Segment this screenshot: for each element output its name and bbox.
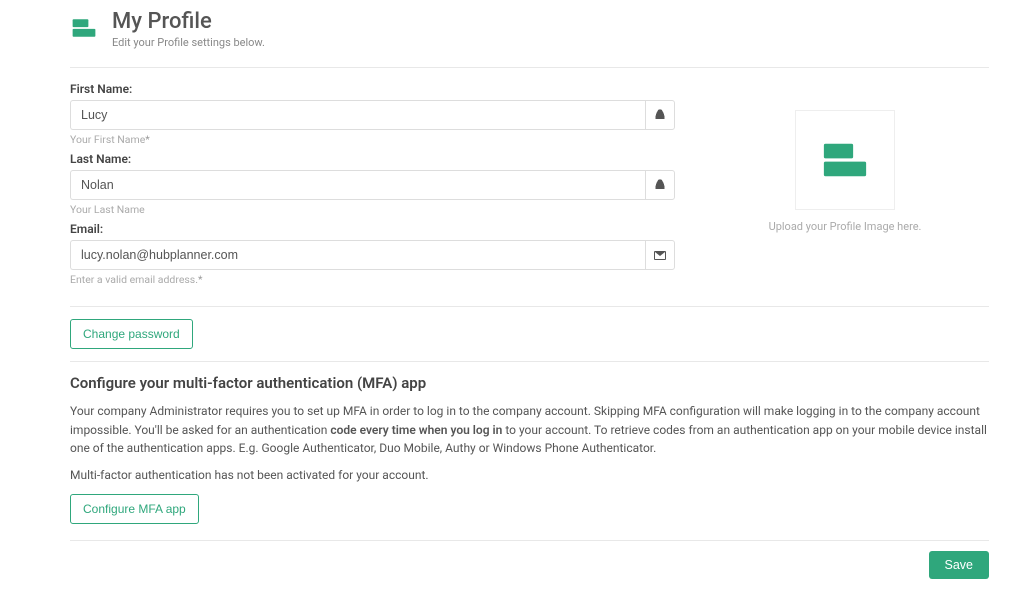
page-title: My Profile xyxy=(112,10,265,34)
first-name-label: First Name: xyxy=(70,82,675,96)
envelope-icon xyxy=(645,240,675,270)
configure-mfa-button[interactable]: Configure MFA app xyxy=(70,494,199,524)
mfa-status: Multi-factor authentication has not been… xyxy=(70,468,989,482)
last-name-help: Your Last Name xyxy=(70,203,675,216)
avatar-placeholder-icon xyxy=(819,134,871,186)
page-subtitle: Edit your Profile settings below. xyxy=(112,36,265,49)
email-input[interactable] xyxy=(70,240,645,270)
person-icon xyxy=(645,100,675,130)
avatar-caption: Upload your Profile Image here. xyxy=(769,220,922,233)
save-button[interactable]: Save xyxy=(929,551,990,579)
mfa-description: Your company Administrator requires you … xyxy=(70,402,989,458)
person-icon xyxy=(645,170,675,200)
email-help: Enter a valid email address.* xyxy=(70,273,675,286)
change-password-button[interactable]: Change password xyxy=(70,319,193,349)
first-name-input[interactable] xyxy=(70,100,645,130)
first-name-help: Your First Name* xyxy=(70,133,675,146)
page-header: My Profile Edit your Profile settings be… xyxy=(70,10,989,49)
avatar-upload[interactable] xyxy=(795,110,895,210)
brand-logo-icon xyxy=(70,14,98,42)
mfa-title: Configure your multi-factor authenticati… xyxy=(70,374,989,392)
last-name-input[interactable] xyxy=(70,170,645,200)
last-name-label: Last Name: xyxy=(70,152,675,166)
email-label: Email: xyxy=(70,222,675,236)
